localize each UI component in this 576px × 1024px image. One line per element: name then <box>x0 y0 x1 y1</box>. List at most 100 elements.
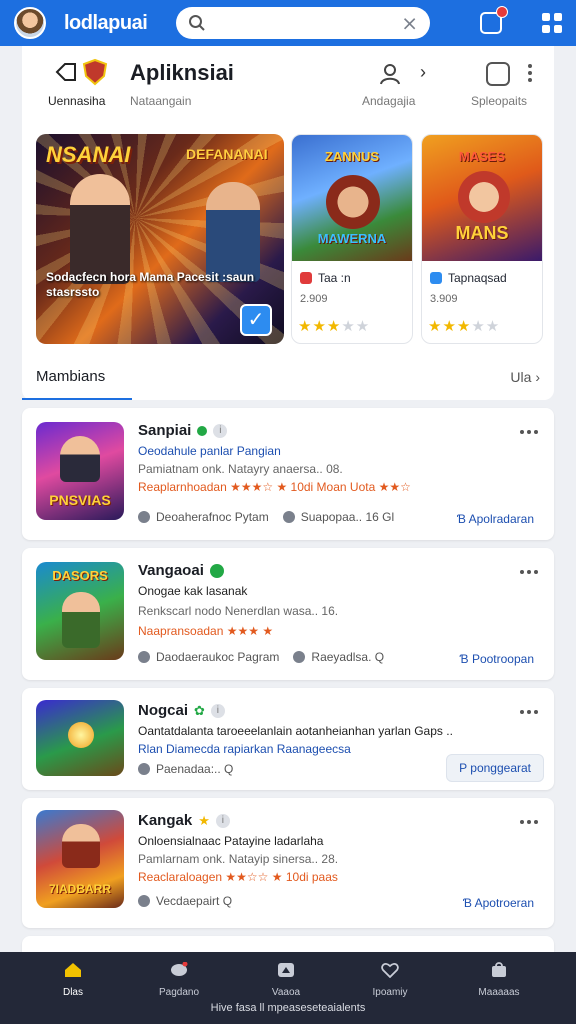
app-meta: Deoaherafnoc Pytam Suapopaa.. 16 Gl <box>138 510 394 524</box>
avatar[interactable] <box>14 7 46 39</box>
more-horizontal-icon[interactable] <box>520 430 538 434</box>
banner-character <box>206 182 260 282</box>
apps-grid-icon[interactable] <box>542 13 562 33</box>
more-vertical-icon[interactable] <box>528 64 532 82</box>
heart-icon <box>381 963 399 979</box>
app-description: Onogae kak lasanak <box>138 584 248 598</box>
shield-icon <box>293 651 306 663</box>
info-icon: i <box>210 703 225 718</box>
banner-caption: Sodacfecn hora Mama Pacesit :saun stasrs… <box>46 270 255 299</box>
install-button[interactable]: Ɓ Apolradaran <box>457 512 534 526</box>
page-title: Apliknsiai <box>130 60 234 85</box>
nav-item-favorites[interactable]: Ipoamiy <box>350 962 430 998</box>
install-button[interactable]: Ɓ Apotroeran <box>463 896 534 910</box>
footer-text: Hive fasa ll mpeaseseteaialents <box>210 1002 366 1014</box>
game-art: ZANNUS MAWERNA <box>292 135 412 261</box>
chevron-right-icon[interactable]: › <box>420 62 426 83</box>
flower-icon: ✿ <box>194 702 205 718</box>
app-list-item[interactable]: PNSVIAS Sanpiai i Oeodahule panlar Pangia… <box>22 408 554 540</box>
user-icon[interactable] <box>378 62 402 91</box>
rating-stars: ★★★★★ <box>428 318 501 335</box>
app-rating-line: Naapransoadan ★★★ ★ <box>138 624 274 638</box>
clear-icon[interactable]: ⨯ <box>401 11 418 36</box>
shield-icon <box>82 58 108 86</box>
game-size: 2.909 <box>300 293 328 305</box>
more-horizontal-icon[interactable] <box>520 570 538 574</box>
shield-icon <box>138 651 150 663</box>
section-header: Mambians Ula › <box>22 358 554 400</box>
nav-item-store[interactable]: Maaaaas <box>459 962 539 998</box>
more-horizontal-icon[interactable] <box>520 710 538 714</box>
app-list-item[interactable]: 7IADBARR Kangak ★ i Onloensialnaac Patayin… <box>22 798 554 928</box>
shield-icon <box>282 511 295 523</box>
banner-character <box>70 174 130 284</box>
app-icon <box>430 272 442 284</box>
notifications-icon[interactable] <box>480 6 508 34</box>
app-meta: Vecdaepairt Q <box>138 894 232 908</box>
app-details: Pamiatnam onk. Natayry anaersa.. 08. <box>138 462 343 476</box>
nav-item-explore[interactable]: Vaaoa <box>246 962 326 998</box>
app-title: Sanpiai i <box>138 422 228 439</box>
app-title: Kangak ★ i <box>138 812 230 829</box>
notification-badge <box>496 6 508 18</box>
back-tag-icon <box>55 63 76 81</box>
app-thumbnail <box>36 700 124 776</box>
nav-item-chat[interactable]: Pagdano <box>139 961 219 998</box>
chat-icon <box>171 961 188 976</box>
app-details: Pamlarnam onk. Natayip sinersa.. 28. <box>138 852 339 866</box>
header-row: Apliknsiai Uennasiha Nataangain › Andaga… <box>22 46 554 126</box>
verified-icon <box>209 563 224 578</box>
rating-stars: ★★★★★ <box>298 318 371 335</box>
app-icon <box>300 272 312 284</box>
info-icon: i <box>215 813 230 828</box>
header-link-1[interactable]: Andagajia <box>362 94 415 108</box>
shield-icon <box>138 511 150 523</box>
install-button[interactable]: P ponggearat <box>446 754 544 782</box>
more-horizontal-icon[interactable] <box>520 820 538 824</box>
see-more-link[interactable]: Ula › <box>510 369 540 385</box>
app-details: Renkscarl nodo Nenerdlan wasa.. 16. <box>138 604 339 618</box>
app-description: Onloensialnaac Patayine ladarlaha <box>138 834 324 848</box>
tab-underline <box>22 398 132 400</box>
shield-icon <box>138 895 150 907</box>
app-meta: Paenadaa:.. Q <box>138 762 233 776</box>
header-logo <box>54 58 108 86</box>
header-link-2[interactable]: Spleopaits <box>471 94 527 108</box>
nav-item-home[interactable]: Dlas <box>33 962 113 998</box>
app-list-item[interactable]: DASORS Vangaoai Onogae kak lasanak Renks… <box>22 548 554 680</box>
app-description: Oantatdalanta taroeeelanlain aotanheianh… <box>138 724 453 738</box>
app-rating-line: Reaclaraloagen ★★☆☆ ★ 10di paas <box>138 870 338 884</box>
shield-icon <box>138 763 150 775</box>
game-size: 3.909 <box>430 293 458 305</box>
app-thumbnail: DASORS <box>36 562 124 660</box>
checkmark-icon: ✓ <box>240 304 272 336</box>
verified-icon <box>197 425 208 436</box>
game-name: Taa :n <box>300 271 351 285</box>
app-title: Vangaoai <box>138 562 224 579</box>
banner-logo: DEFANANAI <box>186 146 268 162</box>
banner-logo: NSANAI <box>46 142 131 167</box>
app-list-item[interactable]: Nogcai ✿ i Oantatdalanta taroeeelanlain ao… <box>22 688 554 790</box>
section-title[interactable]: Mambians <box>36 368 105 385</box>
star-icon: ★ <box>198 812 210 828</box>
app-description: Oeodahule panlar Pangian <box>138 444 281 458</box>
search-icon <box>188 14 206 32</box>
bag-icon <box>492 962 506 977</box>
app-meta: Daodaeraukoc Pagram Raeyadlsa. Q <box>138 650 384 664</box>
featured-game-card[interactable]: MASES MANS Tapnaqsad 3.909 ★★★★★ <box>421 134 543 344</box>
app-name: lodlapuai <box>64 11 148 34</box>
install-button[interactable]: Ɓ Pootroopan <box>460 652 534 666</box>
game-name: Tapnaqsad <box>430 271 507 285</box>
featured-game-card[interactable]: ZANNUS MAWERNA Taa :n 2.909 ★★★★★ <box>291 134 413 344</box>
home-icon <box>65 963 81 977</box>
search-input[interactable]: ⨯ <box>176 7 430 39</box>
header-subtitle-mid: Nataangain <box>130 94 192 108</box>
app-title: Nogcai ✿ i <box>138 702 225 719</box>
info-icon: i <box>213 423 228 438</box>
featured-banner[interactable]: NSANAI DEFANANAI Sodacfecn hora Mama Pac… <box>36 134 284 344</box>
game-art: MASES MANS <box>422 135 542 261</box>
bottom-navigation: Dlas Pagdano Vaaoa Ipoamiy Maaaaas Hive … <box>0 952 576 1024</box>
profile-icon[interactable] <box>486 62 510 86</box>
app-list-item <box>22 936 554 952</box>
header-subtitle-left: Uennasiha <box>48 94 106 108</box>
